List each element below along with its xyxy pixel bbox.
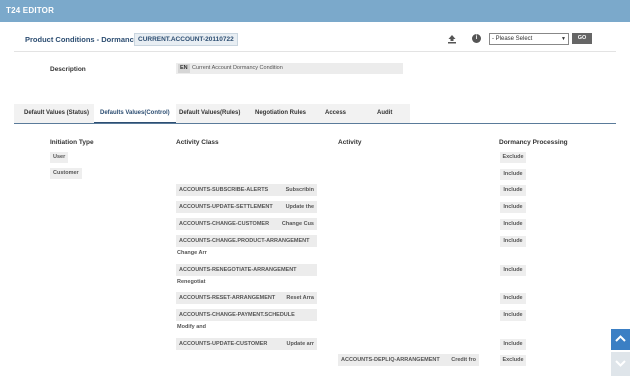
go-button[interactable]: GO bbox=[572, 33, 592, 44]
table-row[interactable]: ACCOUNTS-RESET-ARRANGEMENT Reset Arra bbox=[176, 292, 317, 304]
tab-defaults-values-control[interactable]: Defaults Values(Control) bbox=[94, 104, 176, 124]
record-id: CURRENT.ACCOUNT-20110722 bbox=[134, 33, 238, 46]
activity-class: ACCOUNTS-UPDATE-SETTLEMENT bbox=[179, 204, 273, 210]
column-header-activity-class: Activity Class bbox=[176, 139, 219, 146]
chevron-down-icon: ▼ bbox=[561, 36, 566, 42]
scroll-down-button[interactable] bbox=[611, 352, 630, 376]
language-badge: EN bbox=[178, 64, 190, 73]
activity-class: ACCOUNTS-RESET-ARRANGEMENT bbox=[179, 295, 276, 301]
table-row[interactable]: ACCOUNTS-CHANGE-PAYMENT.SCHEDULE bbox=[176, 309, 317, 321]
dormancy-processing[interactable]: Include bbox=[500, 339, 526, 350]
tab-default-values-status[interactable]: Default Values (Status) bbox=[24, 104, 89, 123]
dormancy-processing[interactable]: Exclude bbox=[500, 355, 526, 366]
column-header-dormancy-processing: Dormancy Processing bbox=[499, 139, 568, 146]
table-row[interactable]: ACCOUNTS-CHANGE.PRODUCT-ARRANGEMENT bbox=[176, 235, 317, 247]
tab-underline bbox=[14, 123, 616, 124]
dormancy-processing[interactable]: Include bbox=[500, 185, 526, 196]
app-title: T24 EDITOR bbox=[6, 6, 55, 15]
activity: Subscribin bbox=[285, 187, 314, 193]
dormancy-processing[interactable]: Include bbox=[500, 219, 526, 230]
activity: Reset Arra bbox=[286, 295, 314, 301]
table-row[interactable]: ACCOUNTS-RENEGOTIATE-ARRANGEMENT bbox=[176, 264, 317, 276]
activity: Renegotiat bbox=[177, 279, 206, 285]
activity: Change Arr bbox=[177, 250, 207, 256]
chevron-up-icon bbox=[615, 335, 626, 342]
description-value: Current Account Dormancy Condition bbox=[192, 65, 283, 71]
activity-class: ACCOUNTS-CHANGE.PRODUCT-ARRANGEMENT bbox=[179, 238, 310, 244]
table-row[interactable]: ACCOUNTS-SUBSCRIBE-ALERTS Subscribin bbox=[176, 184, 317, 196]
processing-user[interactable]: Exclude bbox=[500, 152, 526, 163]
activity: Change Cus bbox=[281, 221, 314, 227]
tab-bar: Default Values (Status) Defaults Values(… bbox=[14, 104, 410, 124]
tab-negotiation-rules[interactable]: Negotiation Rules bbox=[255, 104, 306, 123]
initiation-type-customer[interactable]: Customer bbox=[50, 168, 82, 179]
dormancy-processing[interactable]: Include bbox=[500, 310, 526, 321]
activity-class: ACCOUNTS-DEPLIQ-ARRANGEMENT bbox=[341, 357, 440, 363]
app-header: T24 EDITOR bbox=[0, 0, 630, 22]
page-title: Product Conditions - Dormancy bbox=[25, 35, 138, 44]
activity-class: ACCOUNTS-RENEGOTIATE-ARRANGEMENT bbox=[179, 267, 297, 273]
action-select-value: - Please Select bbox=[492, 36, 533, 42]
table-row[interactable]: ACCOUNTS-UPDATE-CUSTOMER Update arr bbox=[176, 338, 317, 350]
action-select[interactable]: - Please Select ▼ bbox=[489, 33, 569, 45]
table-row[interactable]: ACCOUNTS-CHANGE-CUSTOMER Change Cus bbox=[176, 218, 317, 230]
tab-access[interactable]: Access bbox=[325, 104, 346, 123]
dormancy-processing[interactable]: Include bbox=[500, 265, 526, 276]
activity-class: ACCOUNTS-UPDATE-CUSTOMER bbox=[179, 341, 268, 347]
tab-default-values-rules[interactable]: Default Values(Rules) bbox=[179, 104, 240, 123]
description-field[interactable]: EN Current Account Dormancy Condition bbox=[176, 63, 403, 74]
column-header-initiation-type: Initiation Type bbox=[50, 139, 94, 146]
activity-class: ACCOUNTS-CHANGE-CUSTOMER bbox=[179, 221, 270, 227]
activity-class: ACCOUNTS-SUBSCRIBE-ALERTS bbox=[179, 187, 269, 193]
table-row[interactable]: ACCOUNTS-UPDATE-SETTLEMENT Update the bbox=[176, 201, 317, 213]
initiation-type-user[interactable]: User bbox=[50, 152, 69, 163]
column-header-activity: Activity bbox=[338, 139, 362, 146]
processing-customer[interactable]: Include bbox=[500, 169, 526, 180]
activity: Update arr bbox=[286, 341, 314, 347]
dormancy-processing[interactable]: Include bbox=[500, 236, 526, 247]
upload-icon[interactable] bbox=[447, 34, 457, 44]
chevron-down-icon bbox=[615, 360, 626, 367]
description-label: Description bbox=[50, 66, 86, 73]
info-icon[interactable]: i bbox=[472, 34, 481, 43]
activity: Update the bbox=[285, 204, 314, 210]
tab-audit[interactable]: Audit bbox=[377, 104, 392, 123]
dormancy-processing[interactable]: Include bbox=[500, 293, 526, 304]
dormancy-processing[interactable]: Include bbox=[500, 202, 526, 213]
table-row[interactable]: ACCOUNTS-DEPLIQ-ARRANGEMENT Credit fro bbox=[338, 354, 479, 366]
activity: Modify and bbox=[177, 324, 207, 330]
activity-class: ACCOUNTS-CHANGE-PAYMENT.SCHEDULE bbox=[179, 312, 295, 318]
scroll-up-button[interactable] bbox=[611, 329, 630, 350]
divider bbox=[14, 51, 616, 52]
activity: Credit fro bbox=[451, 357, 476, 363]
